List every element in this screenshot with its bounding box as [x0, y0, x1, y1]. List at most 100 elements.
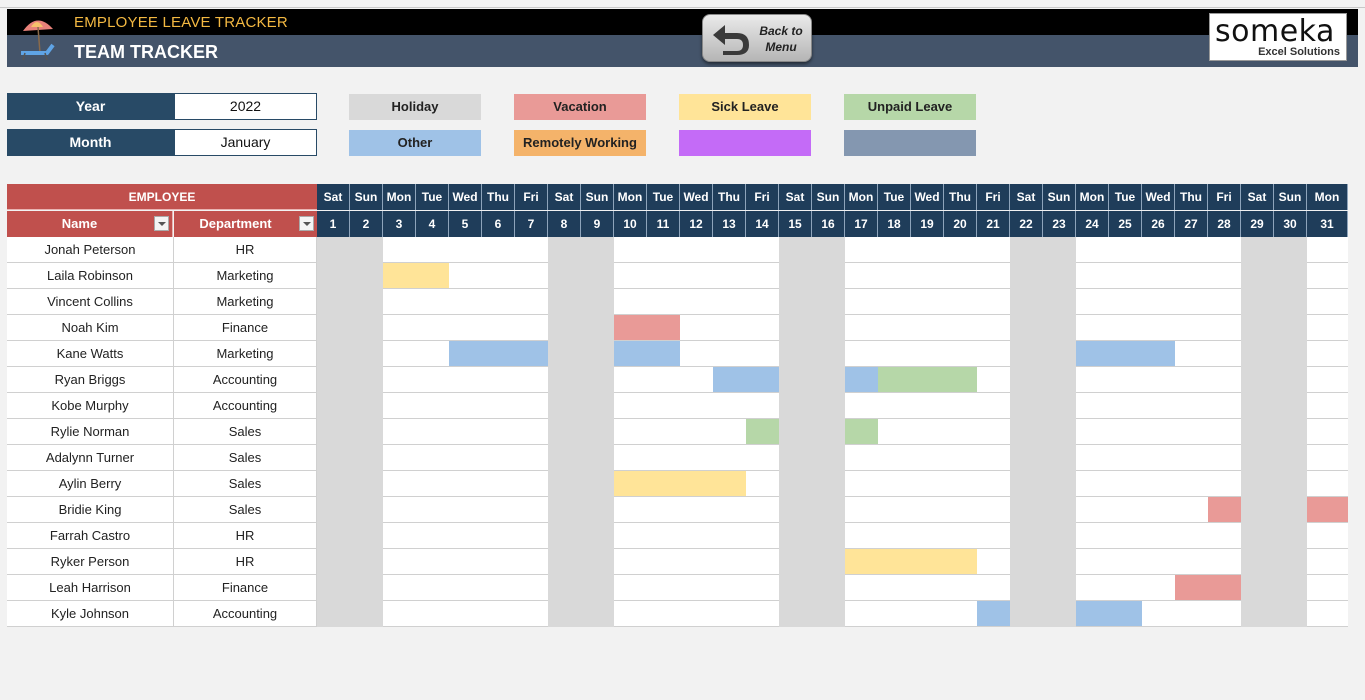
employee-name-cell[interactable]: Noah Kim [7, 315, 174, 341]
day-cell[interactable] [1142, 471, 1175, 497]
weekend-cell[interactable] [779, 575, 812, 601]
weekend-cell[interactable] [350, 523, 383, 549]
employee-department-cell[interactable]: Finance [174, 315, 317, 341]
employee-name-cell[interactable]: Adalynn Turner [7, 445, 174, 471]
weekend-cell[interactable] [581, 367, 614, 393]
leave-cell-unpaid[interactable] [944, 367, 977, 393]
day-cell[interactable] [1175, 601, 1208, 627]
day-cell[interactable] [1208, 419, 1241, 445]
day-cell[interactable] [845, 289, 878, 315]
day-cell[interactable] [416, 367, 449, 393]
leave-cell-other[interactable] [713, 367, 746, 393]
weekend-cell[interactable] [1010, 263, 1043, 289]
weekend-cell[interactable] [1241, 497, 1274, 523]
leave-cell-sick[interactable] [680, 471, 713, 497]
day-cell[interactable] [482, 289, 515, 315]
day-cell[interactable] [482, 393, 515, 419]
day-cell[interactable] [416, 393, 449, 419]
day-cell[interactable] [845, 471, 878, 497]
day-cell[interactable] [713, 315, 746, 341]
leave-cell-sick[interactable] [845, 549, 878, 575]
day-cell[interactable] [383, 549, 416, 575]
day-cell[interactable] [1076, 315, 1109, 341]
day-cell[interactable] [1307, 315, 1348, 341]
weekend-cell[interactable] [548, 575, 581, 601]
day-cell[interactable] [449, 393, 482, 419]
day-cell[interactable] [845, 237, 878, 263]
leave-cell-unpaid[interactable] [845, 419, 878, 445]
day-cell[interactable] [482, 237, 515, 263]
day-cell[interactable] [878, 601, 911, 627]
weekend-cell[interactable] [812, 575, 845, 601]
day-cell[interactable] [614, 497, 647, 523]
weekend-cell[interactable] [581, 497, 614, 523]
day-cell[interactable] [1109, 367, 1142, 393]
weekend-cell[interactable] [1010, 549, 1043, 575]
day-cell[interactable] [1076, 263, 1109, 289]
day-cell[interactable] [416, 289, 449, 315]
day-cell[interactable] [383, 523, 416, 549]
day-cell[interactable] [680, 523, 713, 549]
day-cell[interactable] [614, 237, 647, 263]
day-cell[interactable] [416, 445, 449, 471]
day-cell[interactable] [482, 367, 515, 393]
leave-cell-other[interactable] [647, 341, 680, 367]
leave-cell-vacation[interactable] [1307, 497, 1348, 523]
day-cell[interactable] [614, 289, 647, 315]
leave-cell-sick[interactable] [944, 549, 977, 575]
weekend-cell[interactable] [1043, 393, 1076, 419]
day-cell[interactable] [614, 263, 647, 289]
employee-department-cell[interactable]: Marketing [174, 263, 317, 289]
employee-department-cell[interactable]: Sales [174, 419, 317, 445]
leave-cell-unpaid[interactable] [746, 419, 779, 445]
weekend-cell[interactable] [1241, 471, 1274, 497]
day-cell[interactable] [416, 419, 449, 445]
day-cell[interactable] [1307, 549, 1348, 575]
day-cell[interactable] [515, 237, 548, 263]
day-cell[interactable] [515, 549, 548, 575]
employee-name-cell[interactable]: Ryan Briggs [7, 367, 174, 393]
weekend-cell[interactable] [350, 419, 383, 445]
day-cell[interactable] [647, 393, 680, 419]
weekend-cell[interactable] [779, 289, 812, 315]
day-cell[interactable] [713, 575, 746, 601]
day-cell[interactable] [944, 497, 977, 523]
day-cell[interactable] [1307, 263, 1348, 289]
day-cell[interactable] [680, 445, 713, 471]
leave-cell-other[interactable] [449, 341, 482, 367]
weekend-cell[interactable] [1241, 341, 1274, 367]
day-cell[interactable] [1142, 315, 1175, 341]
day-cell[interactable] [647, 445, 680, 471]
day-cell[interactable] [482, 445, 515, 471]
weekend-cell[interactable] [548, 601, 581, 627]
employee-department-cell[interactable]: Accounting [174, 367, 317, 393]
weekend-cell[interactable] [317, 471, 350, 497]
day-cell[interactable] [944, 263, 977, 289]
weekend-cell[interactable] [1010, 393, 1043, 419]
day-cell[interactable] [1208, 263, 1241, 289]
day-cell[interactable] [449, 367, 482, 393]
day-cell[interactable] [680, 601, 713, 627]
employee-name-cell[interactable]: Ryker Person [7, 549, 174, 575]
weekend-cell[interactable] [317, 523, 350, 549]
leave-cell-other[interactable] [1109, 601, 1142, 627]
weekend-cell[interactable] [1043, 497, 1076, 523]
weekend-cell[interactable] [350, 393, 383, 419]
day-cell[interactable] [680, 367, 713, 393]
day-cell[interactable] [515, 419, 548, 445]
weekend-cell[interactable] [1043, 289, 1076, 315]
day-cell[interactable] [1208, 393, 1241, 419]
day-cell[interactable] [944, 523, 977, 549]
day-cell[interactable] [1076, 523, 1109, 549]
day-cell[interactable] [383, 575, 416, 601]
day-cell[interactable] [383, 601, 416, 627]
weekend-cell[interactable] [350, 497, 383, 523]
day-cell[interactable] [1142, 367, 1175, 393]
day-cell[interactable] [1175, 263, 1208, 289]
day-cell[interactable] [845, 575, 878, 601]
day-cell[interactable] [449, 289, 482, 315]
day-cell[interactable] [1208, 445, 1241, 471]
weekend-cell[interactable] [1274, 601, 1307, 627]
day-cell[interactable] [515, 471, 548, 497]
weekend-cell[interactable] [1241, 393, 1274, 419]
